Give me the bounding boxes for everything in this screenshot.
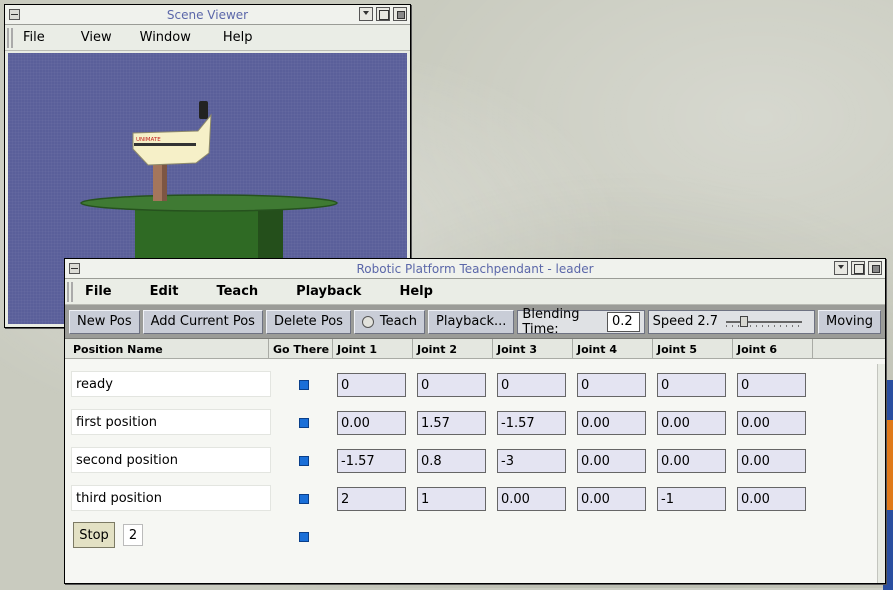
teachpendant-titlebar[interactable]: Robotic Platform Teachpendant - leader [65, 259, 885, 279]
joint-3-field[interactable]: 0.00 [497, 487, 566, 511]
header-joint-6: Joint 6 [733, 339, 813, 359]
window-menu-icon[interactable] [9, 9, 20, 20]
blending-time-group: Blending Time: 0.2 [517, 306, 645, 337]
robot-logo: UNIMATE [136, 137, 161, 143]
go-there-button[interactable] [299, 494, 309, 504]
joint-4-field[interactable]: 0.00 [577, 487, 646, 511]
close-icon[interactable] [393, 7, 407, 21]
go-there-button[interactable] [299, 456, 309, 466]
maximize-icon[interactable] [376, 7, 390, 21]
speed-group: Speed 2.7 [647, 309, 816, 334]
menu-playback[interactable]: Playback [277, 284, 380, 299]
teach-toggle[interactable]: Teach [353, 309, 426, 334]
radio-icon [361, 315, 374, 328]
moving-button[interactable]: Moving [818, 309, 881, 334]
minimize-icon[interactable] [834, 261, 848, 275]
header-joint-3: Joint 3 [493, 339, 573, 359]
table-row: first position 0.00 1.57 -1.57 0.00 0.00… [65, 405, 875, 443]
position-name-field[interactable]: first position [71, 409, 271, 435]
platform-top [80, 194, 338, 212]
slider-ticks [726, 324, 803, 327]
joint-1-field[interactable]: -1.57 [337, 449, 406, 473]
menu-view[interactable]: View [59, 30, 126, 45]
scene-viewer-titlebar[interactable]: Scene Viewer [5, 5, 410, 25]
joint-3-field[interactable]: 0 [497, 373, 566, 397]
joint-4-field[interactable]: 0 [577, 373, 646, 397]
menu-file[interactable]: File [73, 284, 131, 299]
close-icon[interactable] [868, 261, 882, 275]
joint-4-field[interactable]: 0.00 [577, 411, 646, 435]
menu-help[interactable]: Help [205, 30, 267, 45]
add-current-pos-button[interactable]: Add Current Pos [142, 309, 263, 334]
joint-1-field[interactable]: 0 [337, 373, 406, 397]
go-there-button[interactable] [299, 380, 309, 390]
speed-slider[interactable] [726, 315, 803, 327]
menu-file[interactable]: File [13, 30, 59, 45]
window-menu-icon[interactable] [69, 263, 80, 274]
position-name-field[interactable]: ready [71, 371, 271, 397]
speed-value: 2.7 [697, 314, 719, 329]
positions-table: ready 0 0 0 0 0 0 first position 0.00 1.… [65, 359, 885, 579]
joint-2-field[interactable]: 1 [417, 487, 486, 511]
position-name-field[interactable]: third position [71, 485, 271, 511]
joint-5-field[interactable]: 0.00 [657, 411, 726, 435]
joint-5-field[interactable]: 0 [657, 373, 726, 397]
header-joint-5: Joint 5 [653, 339, 733, 359]
playback-button[interactable]: Playback... [428, 309, 515, 334]
joint-6-field[interactable]: 0.00 [737, 411, 806, 435]
joint-3-field[interactable]: -3 [497, 449, 566, 473]
joint-2-field[interactable]: 0.8 [417, 449, 486, 473]
go-there-button[interactable] [299, 532, 309, 542]
joint-2-field[interactable]: 0 [417, 373, 486, 397]
slider-thumb[interactable] [740, 315, 749, 327]
table-row: ready 0 0 0 0 0 0 [65, 367, 875, 405]
menu-window[interactable]: Window [126, 30, 205, 45]
new-pos-button[interactable]: New Pos [69, 309, 140, 334]
joint-6-field[interactable]: 0.00 [737, 487, 806, 511]
teach-label: Teach [379, 314, 418, 329]
joint-1-field[interactable]: 2 [337, 487, 406, 511]
menu-edit[interactable]: Edit [131, 284, 198, 299]
header-position-name: Position Name [69, 339, 269, 359]
scene-viewer-title: Scene Viewer [166, 7, 249, 22]
joint-6-field[interactable]: 0.00 [737, 449, 806, 473]
joint-4-field[interactable]: 0.00 [577, 449, 646, 473]
maximize-icon[interactable] [851, 261, 865, 275]
header-go-there: Go There [269, 339, 333, 359]
teachpendant-menubar: File Edit Teach Playback Help [65, 279, 885, 305]
minimize-icon[interactable] [359, 7, 373, 21]
table-row: third position 2 1 0.00 0.00 -1 0.00 [65, 481, 875, 519]
joint-1-field[interactable]: 0.00 [337, 411, 406, 435]
joint-3-field[interactable]: -1.57 [497, 411, 566, 435]
scene-viewer-menubar: File View Window Help [5, 25, 410, 51]
delete-pos-button[interactable]: Delete Pos [265, 309, 351, 334]
header-joint-1: Joint 1 [333, 339, 413, 359]
blending-time-label: Blending Time: [522, 306, 580, 337]
robot-gripper [199, 101, 208, 119]
vertical-scrollbar[interactable] [877, 364, 885, 583]
header-joint-2: Joint 2 [413, 339, 493, 359]
teachpendant-title: Robotic Platform Teachpendant - leader [356, 261, 594, 276]
table-header: Position Name Go There Joint 1 Joint 2 J… [65, 339, 885, 359]
blending-time-input[interactable]: 0.2 [607, 311, 640, 332]
stop-button[interactable]: Stop [73, 522, 115, 548]
footer-row: Stop 2 [65, 519, 875, 557]
position-count: 2 [123, 524, 143, 546]
table-row: second position -1.57 0.8 -3 0.00 0.00 0… [65, 443, 875, 481]
menu-teach[interactable]: Teach [197, 284, 277, 299]
teachpendant-window: Robotic Platform Teachpendant - leader F… [64, 258, 886, 584]
speed-label: Speed [652, 314, 694, 329]
go-there-button[interactable] [299, 418, 309, 428]
joint-5-field[interactable]: 0.00 [657, 449, 726, 473]
header-joint-4: Joint 4 [573, 339, 653, 359]
position-name-field[interactable]: second position [71, 447, 271, 473]
desktop-edge-accent [887, 420, 893, 510]
joint-6-field[interactable]: 0 [737, 373, 806, 397]
joint-2-field[interactable]: 1.57 [417, 411, 486, 435]
joint-5-field[interactable]: -1 [657, 487, 726, 511]
menu-help[interactable]: Help [380, 284, 451, 299]
toolbar: New Pos Add Current Pos Delete Pos Teach… [65, 305, 885, 339]
